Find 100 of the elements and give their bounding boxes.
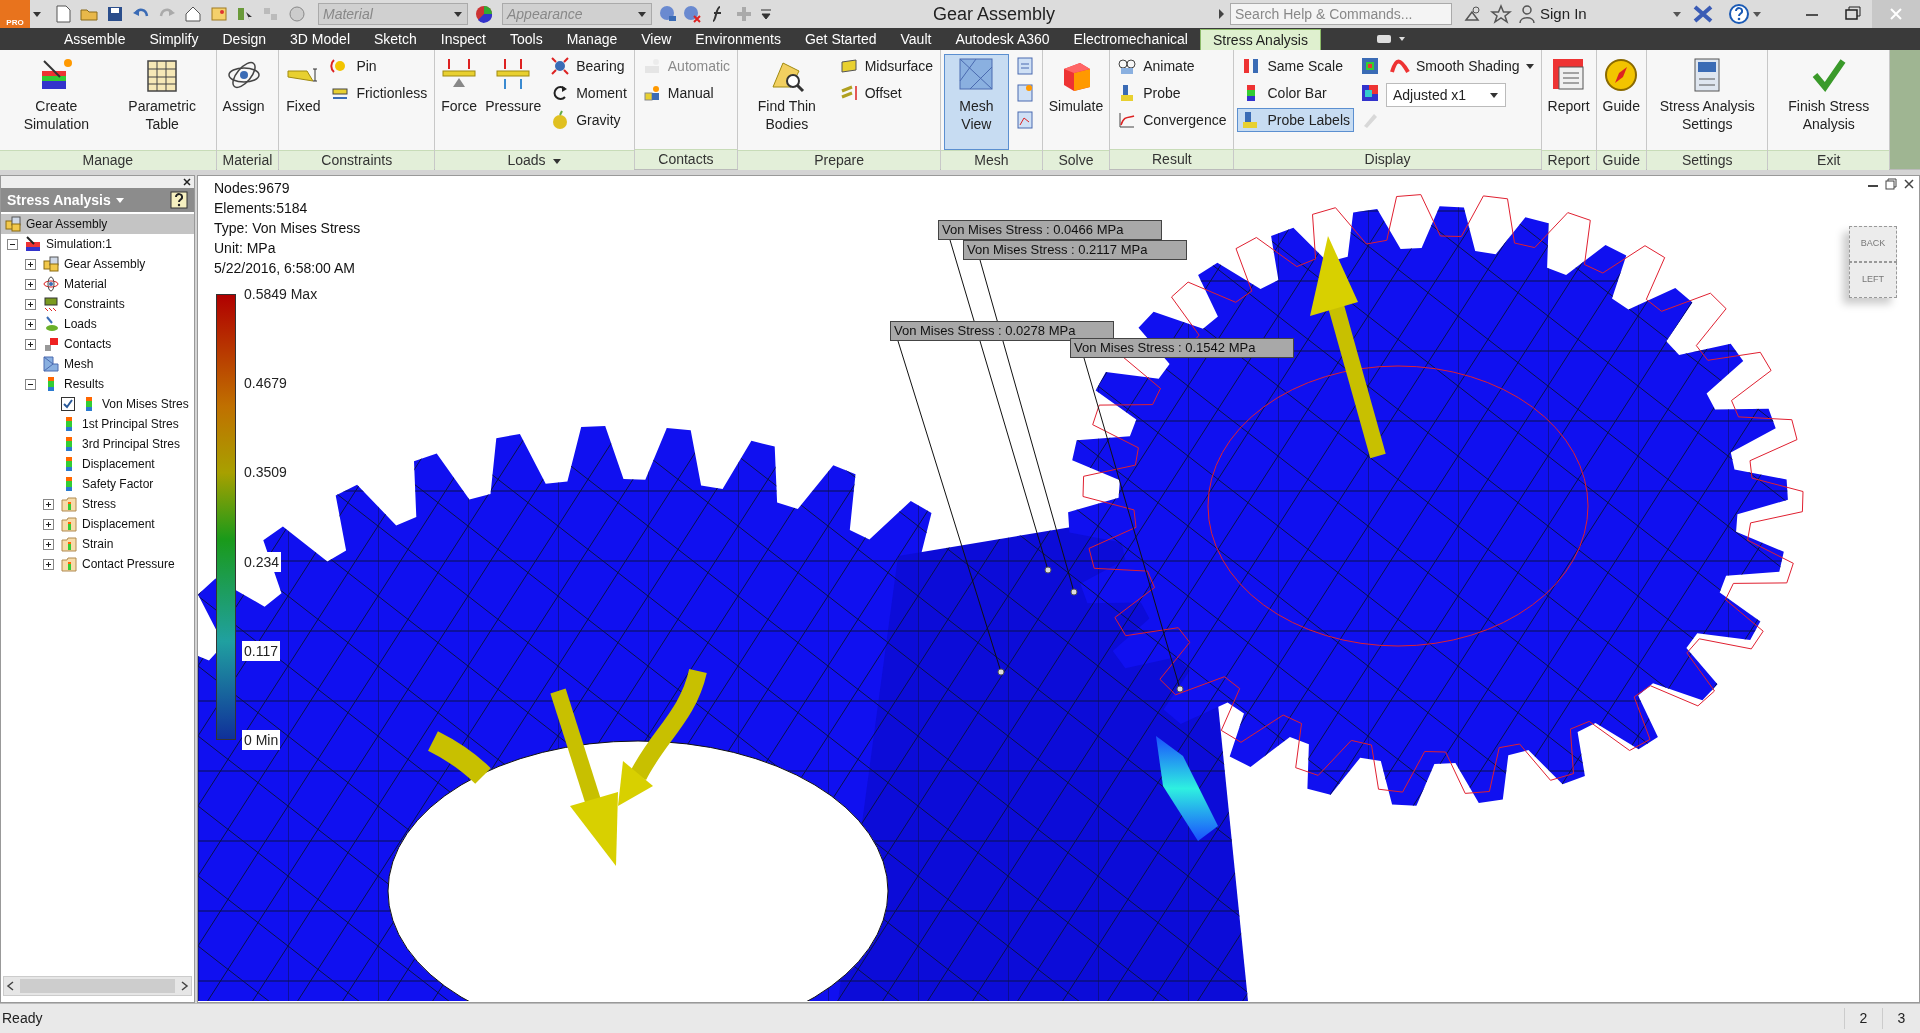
tree-item[interactable]: Strain (82, 535, 114, 553)
ribbon-button[interactable]: Midsurface (834, 54, 938, 78)
ribbon-tab[interactable]: Simplify (137, 29, 211, 50)
ribbon-button[interactable]: Guide (1599, 54, 1643, 150)
expand-icon[interactable] (43, 538, 54, 550)
tree-item[interactable]: Displacement (82, 455, 155, 473)
star-icon[interactable] (1490, 4, 1512, 24)
cube-face-label[interactable]: LEFT (1862, 273, 1884, 287)
tree-item[interactable]: 1st Principal Stres (82, 415, 179, 433)
image-icon[interactable] (209, 4, 229, 24)
ribbon-button[interactable]: Pin (326, 54, 432, 78)
ribbon-button[interactable]: Mesh View (944, 54, 1009, 150)
expand-icon[interactable] (25, 338, 36, 350)
tree-item[interactable]: Von Mises Stres (102, 395, 189, 413)
expand-icon[interactable] (25, 318, 36, 330)
tree-item[interactable]: Constraints (64, 295, 125, 313)
probe-point (1176, 685, 1184, 693)
close-icon[interactable] (182, 177, 192, 187)
ribbon-button[interactable]: Report (1544, 54, 1593, 150)
ribbon-button[interactable]: Finish Stress Analysis (1771, 54, 1886, 150)
restore-icon[interactable] (1885, 178, 1897, 190)
ribbon-button[interactable]: Parametric Table (111, 54, 213, 150)
sign-in-link[interactable]: Sign In (1540, 2, 1587, 26)
horizontal-scrollbar[interactable] (3, 976, 192, 996)
tree-item[interactable]: Stress (82, 495, 116, 513)
probe-label: Von Mises Stress : 0.2117 MPa (963, 240, 1187, 260)
expand-icon[interactable] (43, 518, 54, 530)
tree-item[interactable]: Material (64, 275, 107, 293)
caret-icon[interactable] (1752, 9, 1762, 19)
tree-item[interactable]: Simulation:1 (46, 235, 113, 253)
ribbon-button[interactable]: Offset (834, 81, 938, 105)
ribbon-tab[interactable]: Stress Analysis (1199, 29, 1321, 50)
caret-icon[interactable] (1672, 9, 1682, 19)
ribbon-tab[interactable]: Get Started (792, 29, 889, 50)
ribbon-button[interactable]: Moment (546, 81, 631, 105)
zoom-dropdown[interactable]: Adjusted x1 (1386, 83, 1506, 107)
clear-appearance-icon[interactable] (682, 4, 702, 24)
color-wheel-icon[interactable] (474, 4, 494, 24)
ribbon-button[interactable]: Pressure (482, 54, 545, 150)
panel-label: Contacts (658, 150, 714, 169)
ribbon-button[interactable]: Fixed (282, 54, 325, 150)
scrollbar-thumb[interactable] (20, 979, 175, 993)
ribbon-tab[interactable]: Environments (683, 29, 793, 50)
expand-icon[interactable] (43, 498, 54, 510)
ribbon-tab[interactable]: Inspect (428, 29, 498, 50)
ribbon-tab[interactable]: Vault (888, 29, 944, 50)
ribbon-button[interactable]: Smooth Shading (1386, 54, 1538, 78)
user-icon[interactable] (1518, 4, 1536, 24)
collapse-icon[interactable] (25, 378, 36, 390)
expand-arrow-icon[interactable] (1216, 7, 1226, 21)
ribbon-tab[interactable]: Design (210, 29, 279, 50)
save-icon[interactable] (105, 4, 125, 24)
ribbon-button[interactable]: Same Scale (1237, 54, 1354, 78)
ribbon-button[interactable]: Create Simulation (3, 54, 110, 150)
search-field[interactable]: Search Help & Commands... (1230, 3, 1452, 25)
ribbon-tab[interactable]: Autodesk A360 (943, 29, 1062, 50)
help-icon[interactable] (170, 191, 188, 209)
ribbon-button[interactable]: Convergence (1113, 108, 1231, 132)
ribbon-button[interactable]: Probe (1113, 81, 1231, 105)
ribbon-tab[interactable]: Assemble (52, 29, 138, 50)
new-document-icon[interactable] (53, 4, 73, 24)
tree-item[interactable]: Mesh (64, 355, 94, 373)
tree-item[interactable]: Loads (64, 315, 97, 333)
caret-icon[interactable] (32, 9, 42, 19)
help-icon[interactable] (1728, 3, 1750, 25)
expand-icon[interactable] (25, 298, 36, 310)
ribbon-button[interactable]: Probe Labels (1237, 108, 1354, 132)
ribbon-tab[interactable]: 3D Model (278, 29, 362, 50)
ribbon-button[interactable]: Frictionless (326, 81, 432, 105)
ribbon-tab[interactable]: Sketch (362, 29, 429, 50)
tree-item[interactable]: Gear Assembly (64, 255, 146, 273)
expand-icon[interactable] (25, 278, 36, 290)
expand-icon[interactable] (25, 258, 36, 270)
tree-item[interactable]: Displacement (82, 515, 155, 533)
ribbon-button[interactable]: Simulate (1045, 54, 1107, 150)
ribbon-button[interactable]: Color Bar (1237, 81, 1354, 105)
ribbon-button[interactable]: Assign (219, 54, 268, 150)
tree-item[interactable]: Results (64, 375, 104, 393)
tree-item[interactable]: 3rd Principal Stres (82, 435, 181, 453)
close-icon[interactable] (1903, 178, 1915, 190)
home-icon[interactable] (183, 4, 203, 24)
ribbon-button[interactable]: Stress Analysis Settings (1649, 54, 1765, 150)
ribbon-button[interactable]: Gravity (546, 108, 631, 132)
exchange-icon[interactable] (1692, 4, 1714, 24)
ribbon-tab[interactable]: View (629, 29, 684, 50)
tree-item[interactable]: Contacts (64, 335, 112, 353)
adjust-appearance-icon[interactable] (658, 4, 678, 24)
ribbon-button[interactable]: Bearing (546, 54, 631, 78)
ribbon-button[interactable]: Animate (1113, 54, 1231, 78)
tree-item[interactable]: Safety Factor (82, 475, 154, 493)
ribbon-button[interactable]: Manual (637, 81, 735, 105)
ribbon-tab[interactable]: Electromechanical (1061, 29, 1200, 50)
ribbon-tab[interactable]: Tools (497, 29, 555, 50)
ribbon-tab[interactable]: Manage (554, 29, 630, 50)
tree-item[interactable]: Contact Pressure (82, 555, 175, 573)
collapse-icon[interactable] (7, 238, 18, 250)
ribbon-button[interactable]: Force (438, 54, 481, 150)
expand-icon[interactable] (43, 558, 54, 570)
checkbox[interactable] (61, 397, 75, 411)
ribbon-button[interactable]: Find Thin Bodies (741, 54, 833, 150)
